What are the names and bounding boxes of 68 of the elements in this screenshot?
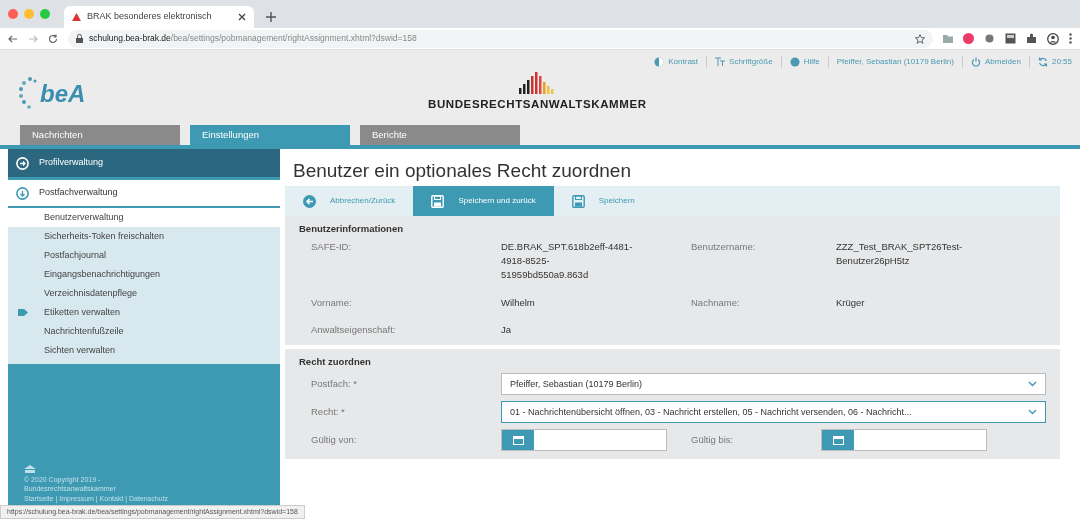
sidebar-item[interactable]: Nachrichtenfußzeile — [8, 322, 280, 341]
font-size-icon[interactable] — [715, 57, 726, 67]
field-label: Gültig bis: — [691, 433, 735, 448]
select-field[interactable]: Pfeiffer, Sebastian (10179 Berlin) — [501, 373, 1046, 396]
new-tab-icon[interactable] — [266, 12, 276, 22]
extension-icon[interactable] — [1005, 33, 1016, 44]
calendar-icon — [512, 435, 524, 446]
extension-icon[interactable] — [984, 33, 995, 44]
close-icon[interactable] — [238, 13, 246, 21]
chevron-down-icon — [1028, 381, 1037, 388]
puzzle-icon[interactable] — [1026, 33, 1037, 44]
field-label: Postfach: * — [311, 377, 358, 392]
lock-icon — [76, 34, 83, 43]
sidebar-item[interactable]: Etiketten verwalten — [8, 303, 280, 322]
sidebar-section[interactable]: Profilverwaltung — [8, 149, 280, 177]
section-heading: Recht zuordnen — [299, 355, 372, 370]
star-icon[interactable] — [915, 33, 925, 44]
field-label: Vorname: — [311, 295, 353, 310]
field-label: Nachname: — [691, 295, 741, 310]
menu-icon[interactable] — [1069, 33, 1072, 44]
tab-title: BRAK besonderes elektronisch — [87, 10, 213, 24]
folder-icon[interactable] — [943, 34, 953, 43]
back-arrow-icon — [303, 194, 316, 208]
field-value: Ja — [501, 323, 513, 338]
address-bar[interactable]: schulung.bea-brak.de/bea/settings/pobmanagement/rightAssignment.xhtml?dswid=158 — [68, 29, 933, 48]
brand-name: BUNDESRECHTSANWALTSKAMMER — [428, 97, 647, 112]
sidebar-item[interactable]: Sicherheits-Token freischalten — [8, 227, 280, 246]
sidebar-item[interactable]: Verzeichnisdatenpflege — [8, 284, 280, 303]
warning-icon — [72, 13, 81, 21]
arrow-right-icon — [16, 156, 29, 170]
building-icon — [24, 464, 36, 473]
calendar-button[interactable] — [502, 430, 534, 451]
profile-icon[interactable] — [1047, 32, 1059, 45]
sidebar-item[interactable]: Benutzerverwaltung — [8, 208, 280, 227]
chevron-down-icon — [1028, 409, 1037, 416]
sidebar-section[interactable]: Postfachverwaltung — [8, 180, 280, 208]
reload-icon[interactable] — [48, 33, 58, 44]
field-label: Recht: * — [311, 405, 346, 420]
power-icon[interactable] — [970, 57, 981, 67]
contrast-icon[interactable] — [654, 57, 665, 67]
logo-text: beA — [40, 82, 86, 106]
field-label: Anwaltseigenschaft: — [311, 323, 397, 338]
bars-logo-icon — [519, 72, 556, 94]
back-icon[interactable] — [8, 33, 18, 44]
field-value: Krüger — [836, 295, 866, 310]
sidebar-item[interactable]: Sichten verwalten — [8, 341, 280, 360]
field-label: SAFE-ID: — [311, 240, 353, 255]
field-label: Benutzername: — [691, 240, 757, 255]
date-field[interactable] — [821, 429, 987, 452]
sidebar-item[interactable]: Postfachjournal — [8, 246, 280, 265]
field-label: Gültig von: — [311, 433, 358, 448]
browser-tab[interactable]: BRAK besonderes elektronisch — [64, 6, 254, 28]
date-field[interactable] — [501, 429, 667, 452]
extension-icon[interactable] — [963, 33, 974, 44]
expand-down-icon — [16, 186, 29, 200]
field-value: DE.BRAK_SPT.618b2eff-4481-4918-8525-51959bd550a9.863d — [501, 240, 634, 282]
page-title: Benutzer ein optionales Recht zuordnen — [293, 161, 632, 180]
forward-icon[interactable] — [28, 33, 38, 44]
sidebar-item[interactable]: Eingangsbenachrichtigungen — [8, 265, 280, 284]
select-field[interactable]: 01 - Nachrichtenübersicht öffnen, 03 - Nachricht erstellen, 05 - Nachricht versenden, 06 - Nachricht... — [501, 401, 1046, 424]
calendar-button[interactable] — [822, 430, 854, 451]
calendar-icon — [832, 435, 844, 446]
session-timer: 20:55 — [1051, 56, 1072, 68]
field-value: Wilhelm — [501, 295, 536, 310]
section-heading: Benutzerinformationen — [299, 222, 404, 236]
url-text: schulung.bea-brak.de/bea/settings/pobmanagement/rightAssignment.xhtml?dswid=158 — [89, 32, 417, 45]
field-value: ZZZ_Test_BRAK_SPT26Test-Benutzer26pH5tz — [836, 240, 964, 268]
refresh-icon[interactable] — [1037, 57, 1048, 67]
